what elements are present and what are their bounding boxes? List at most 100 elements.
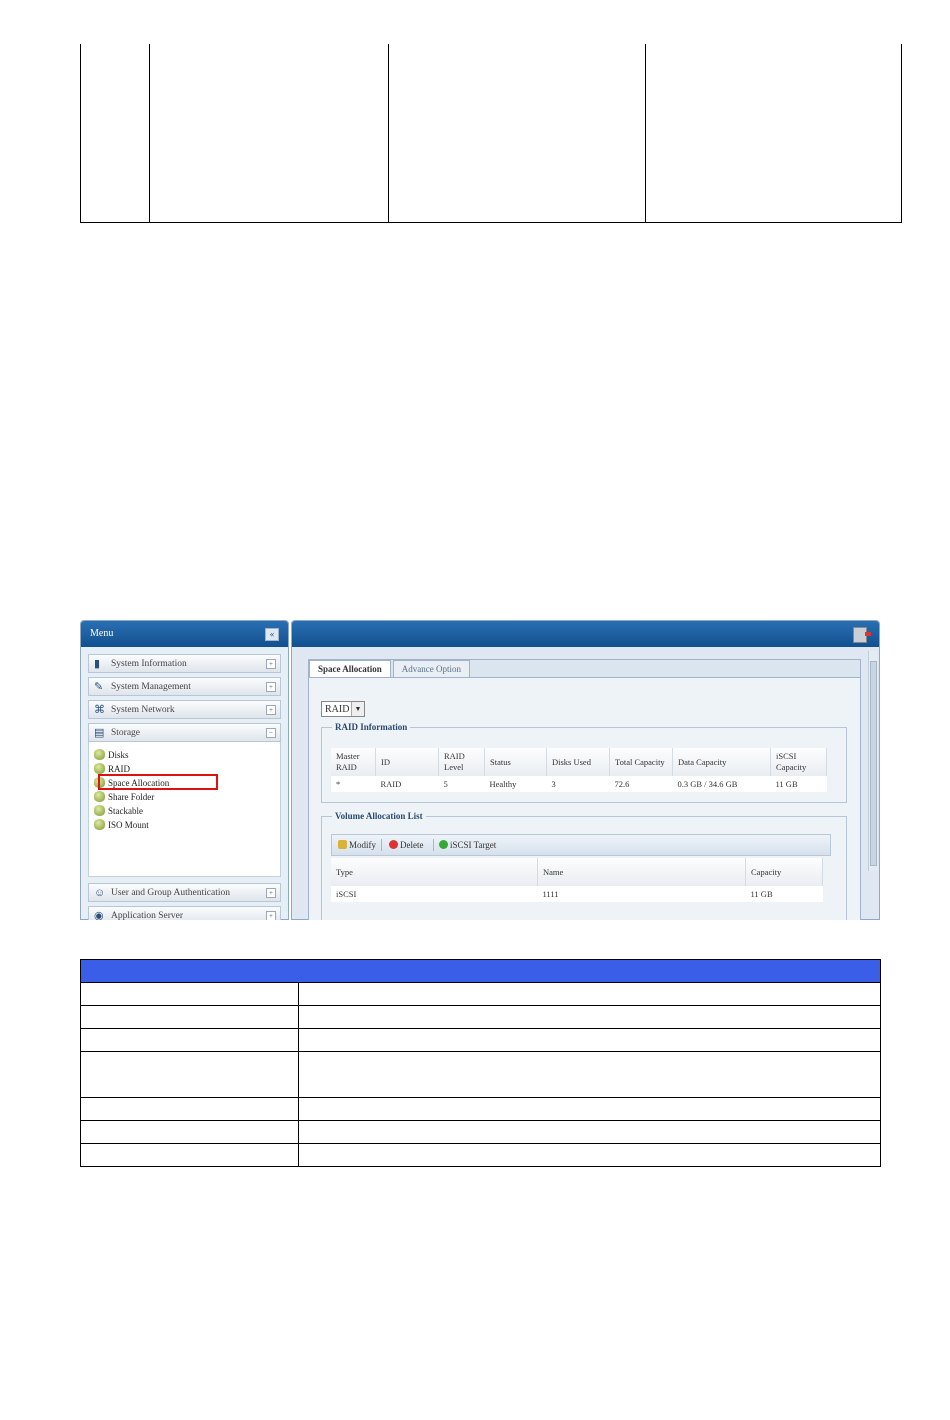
table-cell: RAID <box>375 776 439 792</box>
table-cell: Healthy <box>484 776 547 792</box>
table-header-row: Master RAID ID RAID Level Status Disks U… <box>331 748 827 776</box>
menu-item-label: Storage <box>111 728 141 738</box>
scrollbar-thumb[interactable] <box>870 661 877 866</box>
table-cell <box>80 1028 299 1052</box>
logout-icon[interactable] <box>853 627 871 643</box>
storage-submenu: Disks RAID Space Allocation Share Folder <box>88 742 281 877</box>
bottom-table <box>80 959 881 1167</box>
table-cell <box>80 1143 299 1167</box>
collapse-icon[interactable]: − <box>266 728 276 738</box>
menu-item-label: Application Server <box>111 911 184 920</box>
table-cell <box>298 1051 881 1098</box>
menu-item-label: System Network <box>111 705 175 715</box>
raid-select[interactable]: RAID ▼ <box>321 701 365 717</box>
pencil-icon <box>338 840 347 849</box>
table-row <box>80 1097 881 1121</box>
raid-information-group: RAID Information Master RAID ID RAID Lev… <box>321 722 847 803</box>
column-header[interactable]: Disks Used <box>546 748 610 776</box>
toolbar-separator <box>381 839 382 851</box>
menu-item-storage[interactable]: ▤ Storage − <box>88 723 281 742</box>
submenu-label: Disks <box>108 750 129 760</box>
column-header[interactable]: Total Capacity <box>609 748 673 776</box>
tab-space-allocation[interactable]: Space Allocation <box>309 660 391 677</box>
column-header[interactable]: Name <box>537 858 746 886</box>
toolbar-separator <box>433 839 434 851</box>
menu-item-label: System Management <box>111 682 191 692</box>
menu-item-application-server[interactable]: ◉ Application Server + <box>88 906 281 920</box>
column-header[interactable]: iSCSI Capacity <box>770 748 827 776</box>
table-row <box>80 1143 881 1167</box>
menu-item-user-group-authentication[interactable]: ☺ User and Group Authentication + <box>88 883 281 902</box>
table-cell <box>298 1120 881 1144</box>
menu-item-label: User and Group Authentication <box>111 888 230 898</box>
table-cell <box>298 1143 881 1167</box>
delete-label: Delete <box>400 840 424 850</box>
column-header[interactable]: Data Capacity <box>672 748 771 776</box>
expand-icon[interactable]: + <box>266 682 276 692</box>
menu-item-system-information[interactable]: ▮ System Information + <box>88 654 281 673</box>
main-header <box>292 621 879 647</box>
table-cell <box>80 982 299 1006</box>
table-cell: 5 <box>438 776 485 792</box>
column-header[interactable]: Capacity <box>745 858 823 886</box>
table-row <box>80 1120 881 1144</box>
users-icon: ☺ <box>94 887 106 899</box>
submenu-item-share-folder[interactable]: Share Folder <box>89 790 280 804</box>
expand-icon[interactable]: + <box>266 911 276 920</box>
info-book-icon: ▮ <box>94 658 101 670</box>
submenu-label: Stackable <box>108 806 143 816</box>
volume-allocation-group: Volume Allocation List Modify Delete iSC… <box>321 811 847 920</box>
submenu-item-disks[interactable]: Disks <box>89 748 280 762</box>
column-header[interactable]: ID <box>375 748 439 776</box>
delete-button[interactable]: Delete <box>389 835 423 855</box>
column-header[interactable]: Type <box>331 858 538 886</box>
menu-item-label: System Information <box>111 659 187 669</box>
server-icon: ◉ <box>94 910 104 920</box>
raid-select-value: RAID <box>325 704 350 715</box>
table-header-cell <box>80 959 881 983</box>
modify-button[interactable]: Modify <box>338 835 376 855</box>
menu-item-system-network[interactable]: ⌘ System Network + <box>88 700 281 719</box>
table-cell <box>80 1120 299 1144</box>
volume-toolbar: Modify Delete iSCSI Target <box>331 834 831 856</box>
table-cell: 0.3 GB / 34.6 GB <box>672 776 771 792</box>
expand-icon[interactable]: + <box>266 888 276 898</box>
table-cell <box>80 1051 299 1098</box>
delete-icon <box>389 840 398 849</box>
highlight-box <box>98 774 218 790</box>
table-row <box>80 1051 881 1098</box>
submenu-item-iso-mount[interactable]: ISO Mount <box>89 818 280 832</box>
table-row <box>80 1005 881 1029</box>
table-divider <box>388 44 389 222</box>
table-row[interactable]: iSCSI 1111 11 GB <box>331 886 823 902</box>
vertical-scrollbar[interactable] <box>868 651 878 871</box>
volume-allocation-table: Type Name Capacity iSCSI 1111 11 GB <box>331 858 823 902</box>
database-icon <box>94 805 105 816</box>
column-header[interactable]: Status <box>484 748 547 776</box>
table-cell: 1111 <box>537 886 746 902</box>
tab-bar: Space Allocation Advance Option <box>309 660 472 677</box>
table-row <box>80 1028 881 1052</box>
table-divider <box>149 44 150 222</box>
submenu-item-space-allocation[interactable]: Space Allocation <box>89 774 280 790</box>
raid-information-table: Master RAID ID RAID Level Status Disks U… <box>331 748 827 792</box>
iscsi-target-button[interactable]: iSCSI Target <box>439 835 496 855</box>
expand-icon[interactable]: + <box>266 659 276 669</box>
submenu-label: Share Folder <box>108 792 155 802</box>
table-row[interactable]: * RAID 5 Healthy 3 72.6 0.3 GB / 34.6 GB… <box>331 776 827 792</box>
menu-body: ▮ System Information + ✎ System Manageme… <box>88 654 281 920</box>
expand-icon[interactable]: + <box>266 705 276 715</box>
column-header[interactable]: RAID Level <box>438 748 485 776</box>
collapse-menu-button[interactable]: « <box>265 628 279 641</box>
nas-screenshot: Menu « ▮ System Information + ✎ System M… <box>80 620 880 920</box>
tab-advance-option[interactable]: Advance Option <box>392 660 470 677</box>
column-header[interactable]: Master RAID <box>331 748 376 776</box>
iscsi-target-label: iSCSI Target <box>450 840 497 850</box>
table-header-row: Type Name Capacity <box>331 858 823 886</box>
table-cell: 3 <box>546 776 610 792</box>
table-cell <box>298 1097 881 1121</box>
volume-allocation-legend: Volume Allocation List <box>335 811 423 821</box>
menu-item-system-management[interactable]: ✎ System Management + <box>88 677 281 696</box>
table-cell <box>80 1005 299 1029</box>
submenu-item-stackable[interactable]: Stackable <box>89 804 280 818</box>
